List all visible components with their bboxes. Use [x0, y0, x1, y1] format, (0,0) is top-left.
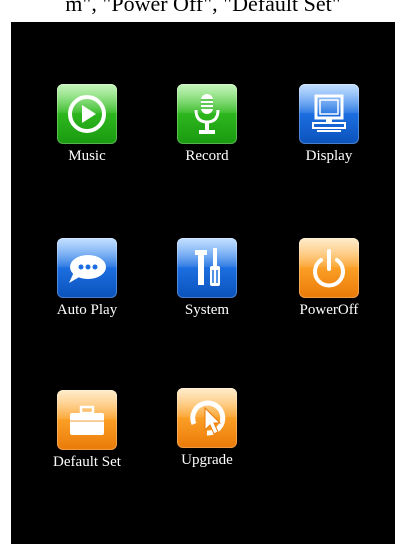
app-label: System — [184, 302, 230, 318]
power-icon — [299, 238, 359, 298]
app-label: Music — [68, 148, 106, 164]
microphone-icon — [177, 84, 237, 144]
app-auto-play[interactable]: Auto Play — [37, 238, 137, 319]
app-upgrade[interactable]: Upgrade — [157, 388, 257, 469]
monitor-icon — [299, 84, 359, 144]
app-label: PowerOff — [299, 302, 359, 318]
app-record[interactable]: Record — [157, 84, 257, 165]
caption-text: m", "Power Off", "Default Set" — [65, 0, 341, 16]
app-label: Record — [185, 148, 229, 164]
app-music[interactable]: Music — [37, 84, 137, 165]
app-label: Display — [305, 148, 353, 164]
device-screen: Music Record Display Auto Play System Po… — [11, 22, 395, 544]
speech-bubble-icon — [57, 238, 117, 298]
app-system[interactable]: System — [157, 238, 257, 319]
tools-icon — [177, 238, 237, 298]
app-label: Default Set — [53, 454, 121, 470]
app-label: Upgrade — [181, 452, 233, 468]
app-poweroff[interactable]: PowerOff — [279, 238, 379, 319]
app-default-set[interactable]: Default Set — [37, 390, 137, 471]
app-display[interactable]: Display — [279, 84, 379, 165]
play-icon — [57, 84, 117, 144]
clock-arrow-icon — [177, 388, 237, 448]
briefcase-icon — [57, 390, 117, 450]
app-label: Auto Play — [56, 302, 118, 318]
